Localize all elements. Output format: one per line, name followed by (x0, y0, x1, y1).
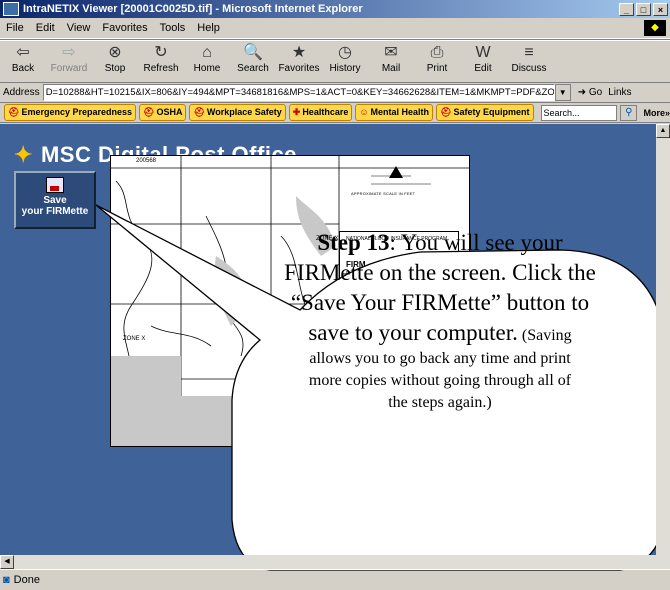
mail-icon: ✉ (384, 44, 398, 61)
menu-tools[interactable]: Tools (154, 22, 192, 34)
go-arrow-icon: ➜ (577, 86, 587, 98)
helmet-icon: ⛑ (193, 107, 205, 117)
red-cross-icon: ✚ (292, 107, 301, 117)
refresh-icon: ↻ (154, 44, 168, 61)
status-text: Done (13, 574, 40, 586)
discuss-icon: ≡ (524, 44, 534, 61)
eagle-logo-icon: ✦ (14, 142, 33, 167)
favorites-button[interactable]: ★ Favorites (276, 40, 322, 74)
address-input[interactable]: D=10288&HT=10215&IX=806&IY=494&MPT=34681… (42, 83, 555, 101)
favorites-icon: ★ (291, 44, 307, 61)
link-mental-health[interactable]: ☺ Mental Health (355, 104, 434, 121)
back-icon: ⇦ (16, 44, 30, 61)
edit-button[interactable]: W Edit (460, 40, 506, 74)
print-icon: ⎙ (430, 44, 444, 61)
maximize-button[interactable]: □ (636, 2, 651, 16)
address-bar: Address D=10288&HT=10215&IX=806&IY=494&M… (0, 82, 670, 103)
ie-icon (3, 2, 19, 16)
link-emergency-preparedness[interactable]: ⛑ Emergency Preparedness (4, 104, 136, 121)
page-icon: ◙ (3, 574, 10, 586)
scroll-left-icon[interactable]: ◀ (0, 555, 14, 569)
menu-bar: File Edit View Favorites Tools Help ◆ (0, 18, 670, 39)
stop-button[interactable]: ⊗ Stop (92, 40, 138, 74)
helmet-icon: ⛑ (143, 107, 155, 117)
callout-text: Step 13: You will see your FIRMette on t… (284, 230, 596, 411)
refresh-button[interactable]: ↻ Refresh (138, 40, 184, 74)
helmet-icon: ⛑ (440, 107, 452, 117)
mail-button[interactable]: ✉ Mail (368, 40, 414, 74)
menu-file[interactable]: File (0, 22, 30, 34)
smiley-icon: ☺ (359, 107, 369, 117)
link-osha[interactable]: ⛑ OSHA (139, 104, 187, 121)
vertical-scrollbar[interactable]: ▲ (656, 124, 670, 569)
save-firmette-button[interactable]: Save your FIRMette (14, 171, 96, 229)
map-doc-id: 200568 (136, 158, 157, 164)
toolbar-search-icon[interactable]: ⚲ (620, 104, 638, 121)
close-button[interactable]: × (653, 2, 668, 16)
edit-icon: W (475, 44, 491, 61)
scroll-up-icon[interactable]: ▲ (656, 124, 670, 138)
windows-logo-icon: ◆ (644, 20, 666, 36)
window-title-bar: IntraNETIX Viewer [20001C0025D.tif] - Mi… (0, 0, 670, 18)
back-button[interactable]: ⇦ Back (0, 40, 46, 74)
menu-help[interactable]: Help (191, 22, 226, 34)
history-icon: ◷ (338, 44, 352, 61)
minimize-button[interactable]: _ (619, 2, 634, 16)
home-button[interactable]: ⌂ Home (184, 40, 230, 74)
search-icon: 🔍 (243, 44, 263, 61)
link-workplace-safety[interactable]: ⛑ Workplace Safety (189, 104, 286, 121)
search-button[interactable]: 🔍 Search (230, 40, 276, 74)
toolbar-search-input[interactable]: Search... (540, 104, 618, 121)
address-dropdown-icon[interactable]: ▼ (554, 83, 571, 101)
links-toggle[interactable]: Links (605, 87, 634, 98)
link-safety-equipment[interactable]: ⛑ Safety Equipment (436, 104, 534, 121)
go-button[interactable]: ➜ Go (575, 87, 606, 98)
menu-favorites[interactable]: Favorites (96, 22, 153, 34)
links-toolbar: ⛑ Emergency Preparedness ⛑ OSHA ⛑ Workplace… (0, 103, 670, 123)
link-healthcare[interactable]: ✚ Healthcare (288, 104, 353, 121)
zone-label: ZONE X (123, 336, 146, 342)
standard-toolbar: ⇦ Back ⇨ Forward ⊗ Stop ↻ Refresh ⌂ Home 🔍 Sea… (0, 39, 670, 83)
discuss-button[interactable]: ≡ Discuss (506, 40, 552, 74)
menu-edit[interactable]: Edit (30, 22, 61, 34)
floppy-disk-icon (46, 177, 64, 193)
more-button[interactable]: More» (640, 108, 670, 118)
forward-button[interactable]: ⇨ Forward (46, 40, 92, 74)
address-label: Address (3, 86, 40, 98)
history-button[interactable]: ◷ History (322, 40, 368, 74)
horizontal-scrollbar[interactable]: ◀ (0, 555, 656, 569)
status-bar: ◙ Done (0, 569, 670, 590)
home-icon: ⌂ (202, 44, 212, 61)
stop-icon: ⊗ (108, 44, 122, 61)
map-scale-label: APPROXIMATE SCALE IN FEET (351, 191, 416, 196)
window-title: IntraNETIX Viewer [20001C0025D.tif] - Mi… (23, 3, 363, 15)
forward-icon: ⇨ (62, 44, 76, 61)
print-button[interactable]: ⎙ Print (414, 40, 460, 74)
menu-view[interactable]: View (61, 22, 97, 34)
helmet-icon: ⛑ (8, 107, 20, 117)
